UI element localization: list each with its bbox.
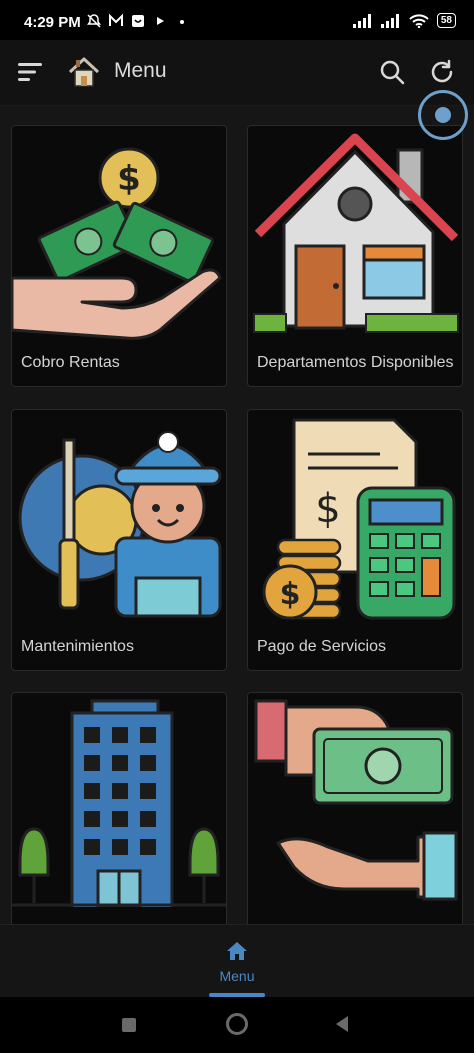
hamburger-menu-icon[interactable] xyxy=(18,61,44,83)
menu-item-cobro-rentas[interactable]: $ Cobro Rentas xyxy=(11,125,227,387)
menu-item-payment[interactable] xyxy=(247,692,463,924)
refresh-icon[interactable] xyxy=(428,58,456,86)
status-bar: 4:29 PM 58 xyxy=(0,0,474,40)
battery-icon: 58 xyxy=(436,13,456,28)
status-time: 4:29 PM xyxy=(24,14,81,31)
home-icon xyxy=(68,57,100,87)
dot-icon xyxy=(435,107,451,123)
signal-icon xyxy=(380,13,399,28)
app-bar: Menu xyxy=(0,40,474,106)
svg-text:$: $ xyxy=(280,577,301,612)
muted-notification-icon xyxy=(87,14,101,28)
menu-item-label: Mantenimientos xyxy=(21,638,134,655)
search-icon[interactable] xyxy=(378,58,406,86)
page-title: Menu xyxy=(114,59,167,82)
home-icon xyxy=(227,942,247,960)
play-icon xyxy=(157,17,164,25)
money-in-hand-icon: $ xyxy=(12,147,222,340)
svg-text:$: $ xyxy=(117,159,141,199)
floating-action-button[interactable] xyxy=(418,90,468,140)
recents-icon[interactable] xyxy=(122,1018,136,1032)
dot-icon xyxy=(180,20,184,24)
nav-item-menu[interactable]: Menu xyxy=(207,939,267,997)
menu-grid: $ Cobro Rentas Departamentos Disponibles xyxy=(0,106,474,924)
building-icon xyxy=(12,699,226,907)
bottom-navigation: Menu xyxy=(0,924,474,997)
back-icon[interactable] xyxy=(336,1016,348,1032)
menu-item-pago-de-servicios[interactable]: $ $ Pago de Servicios xyxy=(247,409,463,671)
payment-hands-icon xyxy=(254,699,458,901)
system-navigation-bar xyxy=(0,997,474,1053)
nav-item-label: Menu xyxy=(219,968,255,984)
system-icons: 58 xyxy=(352,13,456,28)
svg-text:$: $ xyxy=(315,486,340,532)
house-icon xyxy=(253,133,459,333)
menu-item-label: Pago de Servicios xyxy=(257,638,386,655)
maintenance-worker-icon xyxy=(18,431,222,618)
home-button-icon[interactable] xyxy=(226,1013,248,1035)
notification-icons xyxy=(86,13,190,29)
wifi-icon xyxy=(409,13,429,28)
bill-calculator-icon: $ $ xyxy=(262,418,456,620)
menu-item-label: Cobro Rentas xyxy=(21,354,120,371)
menu-item-building[interactable] xyxy=(11,692,227,924)
signal-icon xyxy=(352,13,371,28)
menu-item-departamentos-disponibles[interactable]: Departamentos Disponibles xyxy=(247,125,463,387)
mail-icon xyxy=(109,13,123,26)
app-icon xyxy=(132,15,144,27)
menu-item-mantenimientos[interactable]: Mantenimientos xyxy=(11,409,227,671)
menu-item-label: Departamentos Disponibles xyxy=(257,354,454,371)
